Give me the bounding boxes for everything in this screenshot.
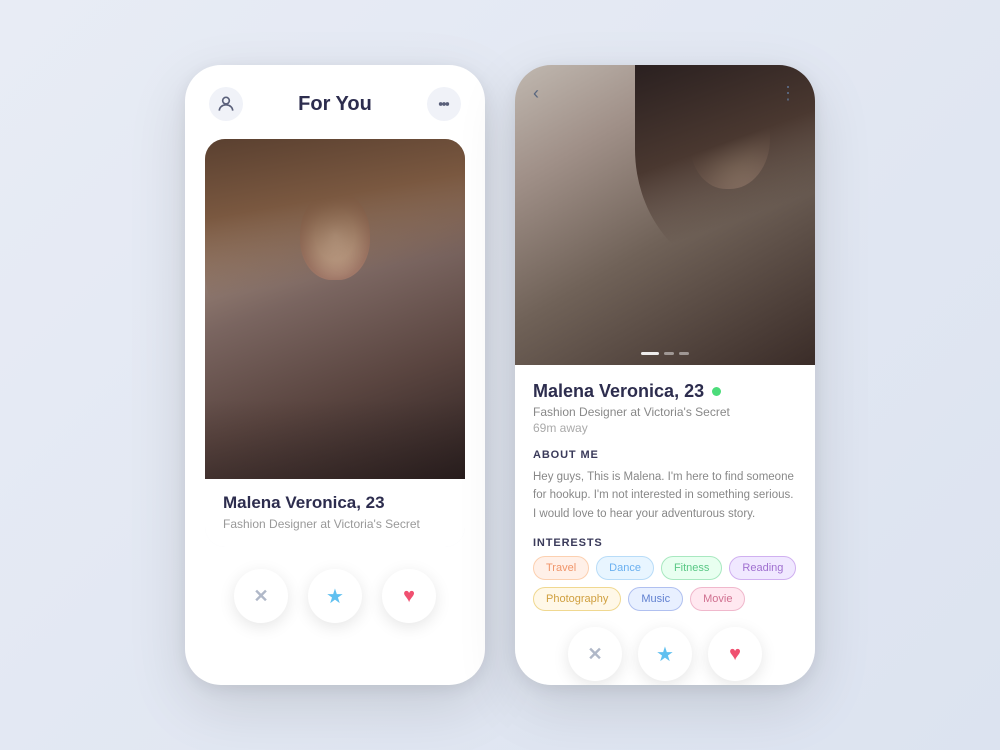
dislike-button-right[interactable]: ✕ bbox=[568, 627, 622, 681]
profile-photo-right bbox=[515, 65, 815, 365]
dot-1 bbox=[641, 352, 659, 355]
photo-dots bbox=[641, 352, 689, 355]
tag-movie[interactable]: Movie bbox=[690, 587, 745, 611]
dot-2 bbox=[664, 352, 674, 355]
messages-icon-button[interactable] bbox=[427, 87, 461, 121]
profile-name-row: Malena Veronica, 23 bbox=[533, 381, 797, 402]
tag-travel[interactable]: Travel bbox=[533, 556, 589, 580]
profile-name: Malena Veronica, 23 bbox=[533, 381, 704, 402]
action-buttons-right: ✕ ★ ♥ bbox=[533, 627, 797, 681]
right-top-bar: ‹ ⋮ bbox=[515, 65, 815, 104]
like-button[interactable]: ★ bbox=[308, 569, 362, 623]
love-button-right[interactable]: ♥ bbox=[708, 627, 762, 681]
more-options-button[interactable]: ⋮ bbox=[779, 83, 797, 104]
tag-reading[interactable]: Reading bbox=[729, 556, 796, 580]
card-job: Fashion Designer at Victoria's Secret bbox=[223, 517, 447, 531]
about-title: ABOUT ME bbox=[533, 449, 797, 461]
right-phone: ‹ ⋮ Malena Veronica, 23 Fashion Designer… bbox=[515, 65, 815, 685]
like-button-right[interactable]: ★ bbox=[638, 627, 692, 681]
tag-music[interactable]: Music bbox=[628, 587, 683, 611]
right-content: Malena Veronica, 23 Fashion Designer at … bbox=[515, 365, 815, 685]
profile-card: Malena Veronica, 23 Fashion Designer at … bbox=[205, 139, 465, 547]
top-bar-left: For You bbox=[185, 65, 485, 131]
love-button[interactable]: ♥ bbox=[382, 569, 436, 623]
tag-dance[interactable]: Dance bbox=[596, 556, 654, 580]
about-text: Hey guys, This is Malena. I'm here to fi… bbox=[533, 468, 797, 523]
card-name: Malena Veronica, 23 bbox=[223, 493, 447, 513]
action-buttons-left: ✕ ★ ♥ bbox=[234, 569, 436, 623]
profile-icon-button[interactable] bbox=[209, 87, 243, 121]
card-info: Malena Veronica, 23 Fashion Designer at … bbox=[205, 479, 465, 547]
online-indicator bbox=[712, 387, 721, 396]
interests-list: Travel Dance Fitness Reading Photography… bbox=[533, 556, 797, 611]
interests-title: INTERESTS bbox=[533, 537, 797, 549]
back-button[interactable]: ‹ bbox=[533, 83, 539, 104]
card-photo bbox=[205, 139, 465, 479]
right-photo-area: ‹ ⋮ bbox=[515, 65, 815, 365]
photo-gradient bbox=[205, 399, 465, 479]
profile-distance: 69m away bbox=[533, 421, 797, 435]
left-phone: For You Malena Veronica, 23 Fashion Desi… bbox=[185, 65, 485, 685]
tag-fitness[interactable]: Fitness bbox=[661, 556, 722, 580]
profile-job: Fashion Designer at Victoria's Secret bbox=[533, 405, 797, 419]
dot-3 bbox=[679, 352, 689, 355]
page-title: For You bbox=[298, 93, 372, 116]
dislike-button[interactable]: ✕ bbox=[234, 569, 288, 623]
tag-photography[interactable]: Photography bbox=[533, 587, 621, 611]
